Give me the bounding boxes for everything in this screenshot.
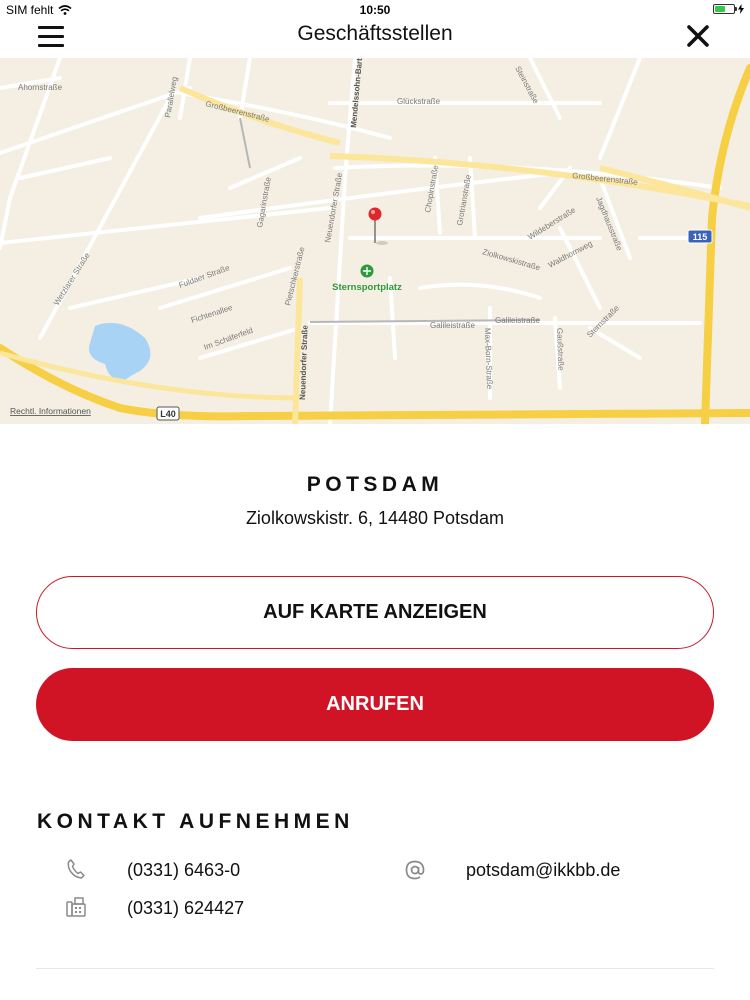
street-label: Galileistraße: [430, 321, 475, 330]
road-badge-label: L40: [160, 409, 176, 419]
fax-number: (0331) 624427: [127, 898, 245, 918]
road-badge-l40: L40: [156, 406, 180, 421]
status-bar: SIM fehlt 10:50: [0, 0, 750, 20]
phone-icon: [67, 859, 85, 879]
road-badge-label: 115: [693, 232, 708, 242]
road-badge-115: 115: [687, 229, 713, 244]
charging-bolt-icon: [738, 4, 744, 14]
map-canvas[interactable]: Ahornstraße Großbeerenstraße Glückstraße…: [0, 58, 750, 424]
divider: [36, 968, 714, 969]
street-label: Fuldaer Straße: [178, 263, 232, 290]
lake: [89, 322, 151, 381]
show-on-map-button[interactable]: AUF KARTE ANZEIGEN: [36, 576, 714, 649]
close-icon: [687, 25, 709, 47]
legal-info-link[interactable]: Rechtl. Informationen: [10, 406, 91, 416]
street-label: Waldhornweg: [547, 239, 594, 270]
street-label: Mendelssohn-Bart: [349, 58, 364, 128]
contact-heading: KONTAKT AUFNEHMEN: [37, 810, 354, 833]
street-label: Glückstraße: [397, 97, 441, 106]
street-label: Fichtenallee: [190, 303, 234, 325]
poi-label: Sternsportplatz: [332, 282, 402, 293]
street-label: Galileistraße: [495, 316, 540, 325]
at-icon: [405, 860, 425, 880]
call-button[interactable]: ANRUFEN: [36, 668, 714, 741]
street-label: Max-Born-Straße: [483, 328, 494, 390]
street-label: Grotrianstraße: [455, 173, 473, 226]
street-label: Wetzlarer Straße: [52, 251, 92, 307]
office-name: POTSDAM: [306, 473, 444, 496]
navigation-bar: Geschäftsstellen: [0, 20, 750, 60]
page-title: Geschäftsstellen: [297, 22, 453, 45]
close-button[interactable]: [684, 22, 712, 50]
status-right: [713, 4, 744, 14]
map-view[interactable]: Ahornstraße Großbeerenstraße Glückstraße…: [0, 58, 750, 424]
street-label: Ahornstraße: [18, 83, 63, 92]
street-label: Pietschkerstraße: [283, 246, 306, 307]
office-address: Ziolkowskistr. 6, 14480 Potsdam: [245, 508, 505, 528]
street-label: Neuendorfer Straße: [298, 325, 310, 401]
street-label: Gagarinstraße: [255, 176, 273, 228]
street-label: Gaußstraße: [555, 328, 566, 372]
status-time: 10:50: [359, 3, 391, 17]
fax-icon: [66, 897, 86, 917]
phone-number-link[interactable]: (0331) 6463-0: [127, 860, 240, 881]
email-link[interactable]: potsdam@ikkbb.de: [466, 860, 620, 881]
street-label: Ziolkowskistraße: [481, 247, 541, 272]
battery-icon: [713, 4, 737, 14]
